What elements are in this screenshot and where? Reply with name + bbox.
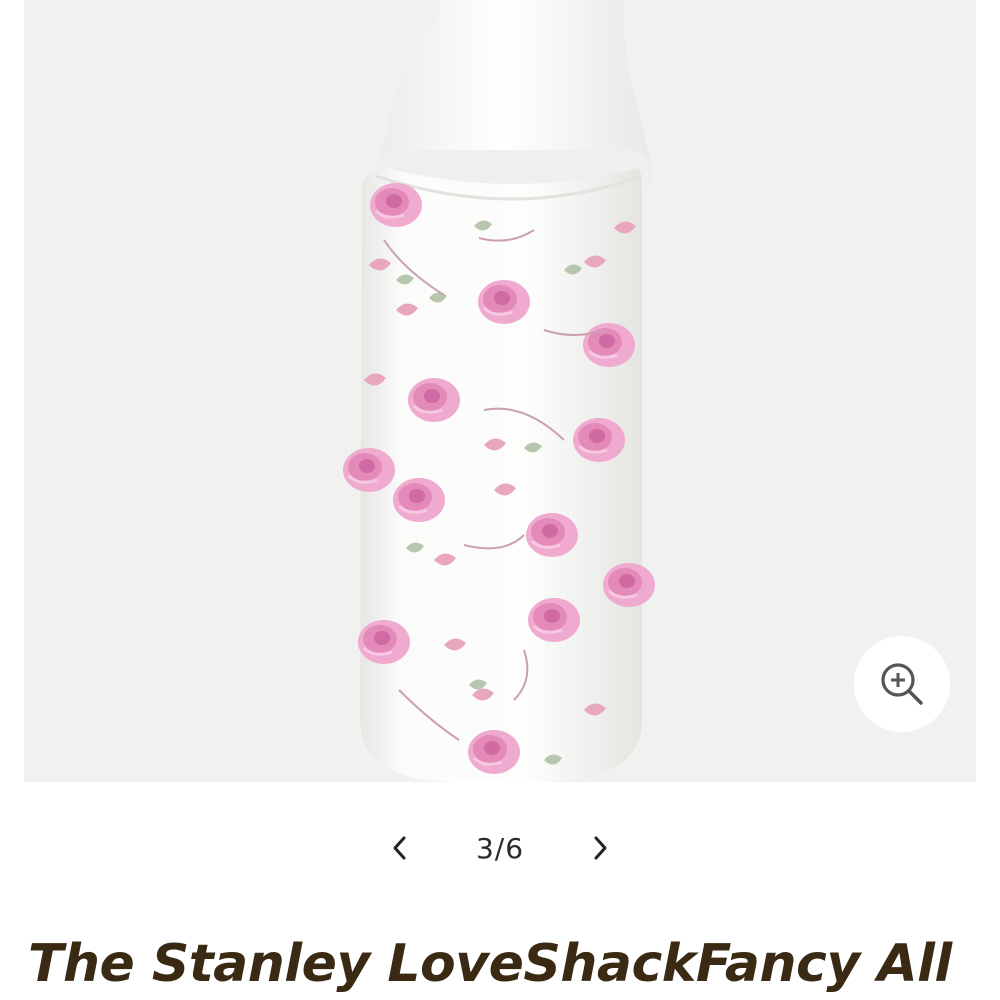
image-pager: 3/6 bbox=[0, 820, 1000, 876]
chevron-right-icon bbox=[594, 836, 607, 860]
next-image-button[interactable] bbox=[580, 828, 620, 868]
previous-image-button[interactable] bbox=[380, 828, 420, 868]
image-counter: 3/6 bbox=[475, 831, 525, 865]
product-title: The Stanley LoveShackFancy All bbox=[28, 934, 952, 994]
zoom-button[interactable] bbox=[854, 636, 950, 732]
product-image-gallery[interactable] bbox=[24, 0, 976, 782]
product-image[interactable] bbox=[24, 0, 976, 782]
chevron-left-icon bbox=[393, 836, 406, 860]
zoom-in-icon bbox=[881, 663, 923, 705]
